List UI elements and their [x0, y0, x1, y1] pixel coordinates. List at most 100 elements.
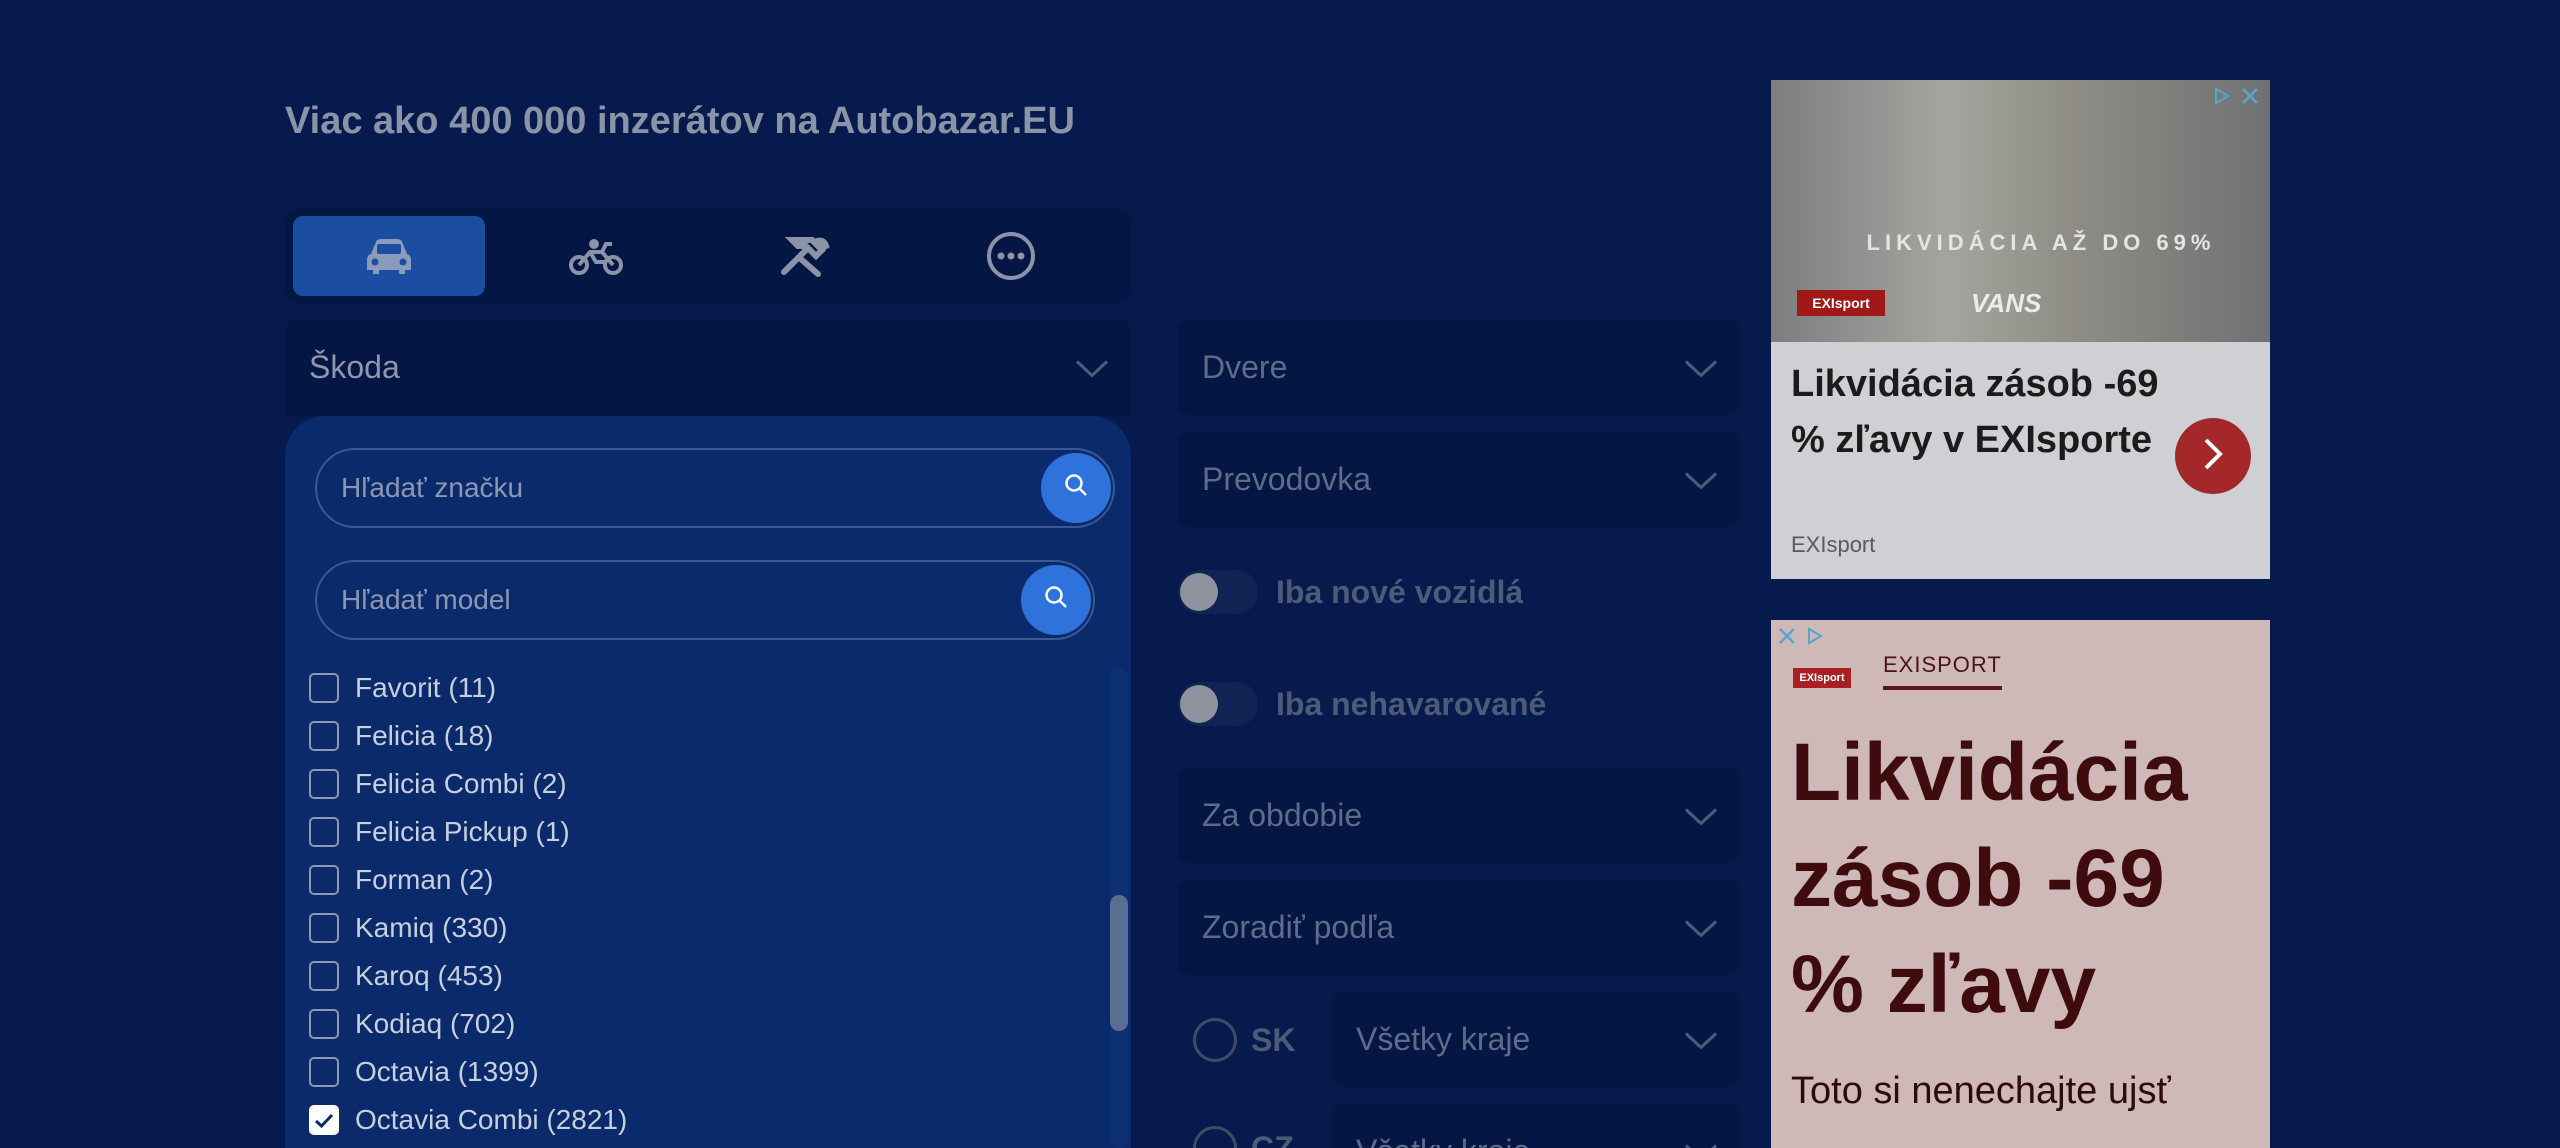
- model-label: Octavia Combi (2821): [355, 1104, 628, 1135]
- sort-select[interactable]: Zoradiť podľa: [1178, 880, 1740, 975]
- tab-motorcycles[interactable]: [501, 216, 693, 296]
- category-tabs: [285, 208, 1131, 303]
- close-icon[interactable]: [2238, 84, 2262, 108]
- list-item[interactable]: Felicia Combi (2): [309, 760, 1089, 808]
- only-undamaged-toggle-row[interactable]: Iba nehavarované: [1178, 674, 1546, 734]
- country-cz-label: CZ: [1251, 1129, 1294, 1148]
- ad-source: EXIsport: [1791, 532, 1876, 557]
- chevron-down-icon: [1684, 909, 1718, 946]
- checkbox[interactable]: [309, 673, 339, 703]
- region-sk-select[interactable]: Všetky kraje: [1332, 992, 1740, 1087]
- ad-brand-tab[interactable]: EXISPORT: [1883, 652, 2002, 690]
- checkbox[interactable]: [309, 1009, 339, 1039]
- gearbox-select[interactable]: Prevodovka: [1178, 432, 1740, 527]
- list-item[interactable]: Karoq (453): [309, 952, 1089, 1000]
- tab-cars[interactable]: [293, 215, 485, 296]
- checkbox[interactable]: [309, 913, 339, 943]
- ad-controls: [2210, 84, 2262, 108]
- tab-more[interactable]: [916, 216, 1108, 296]
- list-item[interactable]: Kamiq (330): [309, 904, 1089, 952]
- chevron-right-icon: [2201, 437, 2225, 476]
- country-cz-radio-row[interactable]: CZ: [1193, 1126, 1294, 1148]
- brand-search-button[interactable]: [1041, 453, 1111, 523]
- chevron-down-icon: [1684, 461, 1718, 498]
- advertisement-1[interactable]: LIKVIDÁCIA AŽ DO 69% EXIsport VANS Likvi…: [1771, 80, 2270, 579]
- model-label: Felicia (18): [355, 720, 494, 751]
- ad-headline[interactable]: Likvidácia zásob -69 % zľavy: [1791, 720, 2251, 1038]
- doors-label: Dvere: [1202, 349, 1288, 385]
- country-sk-label: SK: [1251, 1021, 1296, 1058]
- checkbox[interactable]: [309, 1057, 339, 1087]
- tools-icon: [778, 234, 830, 278]
- ad-promo-text: LIKVIDÁCIA AŽ DO 69%: [1866, 230, 2216, 255]
- gearbox-label: Prevodovka: [1202, 461, 1371, 497]
- only-new-toggle-row[interactable]: Iba nové vozidlá: [1178, 562, 1523, 622]
- list-item[interactable]: Felicia Pickup (1): [309, 808, 1089, 856]
- country-sk-radio[interactable]: [1193, 1018, 1237, 1062]
- checkbox[interactable]: [309, 769, 339, 799]
- only-new-toggle[interactable]: [1178, 570, 1258, 614]
- toggle-knob: [1180, 685, 1218, 723]
- model-label: Kodiaq (702): [355, 1008, 516, 1039]
- search-icon: [1043, 584, 1069, 617]
- list-item[interactable]: Felicia (18): [309, 712, 1089, 760]
- page-headline: Viac ako 400 000 inzerátov na Autobazar.…: [285, 100, 1075, 142]
- chevron-down-icon: [1075, 349, 1109, 386]
- only-new-label: Iba nové vozidlá: [1276, 573, 1524, 610]
- chevron-down-icon: [1684, 1133, 1718, 1148]
- period-select[interactable]: Za obdobie: [1178, 768, 1740, 863]
- model-label: Octavia (1399): [355, 1056, 539, 1087]
- brand-search-placeholder: Hľadať značku: [341, 472, 524, 503]
- brand-select[interactable]: Škoda: [285, 320, 1131, 415]
- model-label: Favorit (11): [355, 672, 497, 703]
- list-item[interactable]: Octavia Combi (2821): [309, 1096, 1089, 1144]
- brand-select-value: Škoda: [309, 349, 400, 385]
- model-search-button[interactable]: [1021, 565, 1091, 635]
- model-label: Felicia Pickup (1): [355, 816, 570, 847]
- ad-title[interactable]: Likvidácia zásob -69 % zľavy v EXIsporte: [1791, 356, 2161, 468]
- list-item[interactable]: Octavia (1399): [309, 1048, 1089, 1096]
- advertisement-2[interactable]: EXIsport EXISPORT Likvidácia zásob -69 %…: [1771, 620, 2270, 1148]
- car-icon: [363, 236, 415, 276]
- checkbox[interactable]: [309, 817, 339, 847]
- model-list: Favorit (11) Felicia (18) Felicia Combi …: [309, 664, 1089, 1144]
- chevron-down-icon: [1684, 349, 1718, 386]
- ad-open-button[interactable]: [2175, 418, 2251, 494]
- adchoices-icon[interactable]: [1803, 624, 1827, 648]
- list-item[interactable]: Kodiaq (702): [309, 1000, 1089, 1048]
- chevron-down-icon: [1684, 797, 1718, 834]
- model-list-scroll-thumb[interactable]: [1110, 895, 1128, 1031]
- model-label: Karoq (453): [355, 960, 503, 991]
- close-icon[interactable]: [1775, 624, 1799, 648]
- motorcycle-icon: [568, 236, 624, 276]
- list-item[interactable]: Forman (2): [309, 856, 1089, 904]
- more-icon: [985, 230, 1037, 282]
- ad-subtitle: Toto si nenechajte ujsť: [1791, 1070, 2171, 1112]
- adchoices-icon[interactable]: [2210, 84, 2234, 108]
- region-sk-label: Všetky kraje: [1356, 1021, 1531, 1057]
- checkbox[interactable]: [309, 961, 339, 991]
- checkbox-checked[interactable]: [309, 1105, 339, 1135]
- checkbox[interactable]: [309, 865, 339, 895]
- tab-tools[interactable]: [708, 216, 900, 296]
- doors-select[interactable]: Dvere: [1178, 320, 1740, 415]
- region-cz-select[interactable]: Všetky kraje: [1332, 1104, 1740, 1148]
- model-label: Felicia Combi (2): [355, 768, 567, 799]
- brand-search-input[interactable]: Hľadať značku: [315, 448, 1115, 528]
- model-label: Forman (2): [355, 864, 494, 895]
- chevron-down-icon: [1684, 1021, 1718, 1058]
- country-sk-radio-row[interactable]: SK: [1193, 1018, 1295, 1062]
- country-cz-radio[interactable]: [1193, 1126, 1237, 1148]
- sort-label: Zoradiť podľa: [1202, 909, 1395, 945]
- only-undamaged-toggle[interactable]: [1178, 682, 1258, 726]
- checkbox[interactable]: [309, 721, 339, 751]
- ad-photo: LIKVIDÁCIA AŽ DO 69% EXIsport VANS: [1771, 80, 2270, 342]
- ad-logo: EXIsport: [1797, 290, 1885, 316]
- brand-model-panel: Hľadať značku Hľadať model Favorit (11) …: [285, 416, 1131, 1148]
- period-label: Za obdobie: [1202, 797, 1363, 833]
- list-item[interactable]: Favorit (11): [309, 664, 1089, 712]
- model-search-input[interactable]: Hľadať model: [315, 560, 1095, 640]
- page: Viac ako 400 000 inzerátov na Autobazar.…: [0, 0, 2560, 1148]
- search-icon: [1063, 472, 1089, 505]
- checkmark-icon: [314, 1104, 334, 1136]
